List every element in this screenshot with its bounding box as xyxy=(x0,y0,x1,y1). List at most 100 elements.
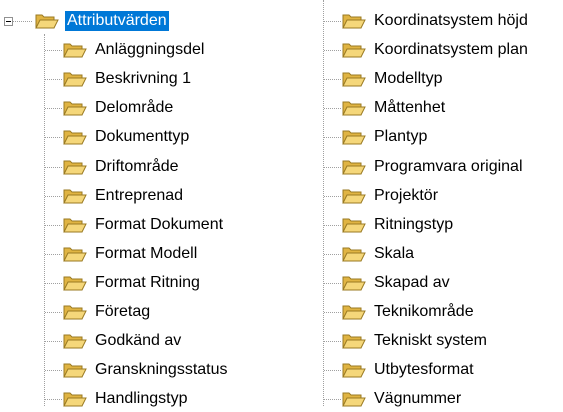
tree-node-label: Utbytesformat xyxy=(374,361,474,378)
collapse-toggle-minus-icon[interactable] xyxy=(4,17,13,26)
tree-node[interactable]: Teknikområde xyxy=(342,299,476,325)
open-folder-icon xyxy=(63,247,87,262)
tree-guide-branch xyxy=(324,225,341,226)
tree-guide-branch xyxy=(45,225,62,226)
tree-node-label: Format Modell xyxy=(95,245,198,262)
tree-guide-branch xyxy=(324,254,341,255)
tree-node[interactable]: Modelltyp xyxy=(342,66,444,92)
tree-guide-branch xyxy=(324,79,341,80)
tree-guide-branch xyxy=(45,341,62,342)
tree-guide-branch xyxy=(324,341,341,342)
tree-guide-left xyxy=(44,34,45,406)
open-folder-icon xyxy=(342,160,366,175)
tree-node[interactable]: Programvara original xyxy=(342,154,525,180)
open-folder-icon xyxy=(63,334,87,349)
tree-node-label: Plantyp xyxy=(374,128,428,145)
tree-node-label: Företag xyxy=(95,303,151,320)
tree-guide-branch xyxy=(324,370,341,371)
tree-guide-branch xyxy=(45,370,62,371)
tree-node-label: Dokumenttyp xyxy=(95,128,190,145)
open-folder-icon xyxy=(342,247,366,262)
open-folder-icon xyxy=(342,72,366,87)
tree-node-label: Delområde xyxy=(95,99,174,116)
tree-node-label: Handlingstyp xyxy=(95,390,188,407)
tree-node-label: Ritningstyp xyxy=(374,216,454,233)
tree-guide-branch xyxy=(324,137,341,138)
tree-node[interactable]: Format Modell xyxy=(63,241,199,267)
tree-node-label: Anläggningsdel xyxy=(95,41,205,58)
open-folder-icon xyxy=(63,160,87,175)
tree-node[interactable]: Dokumenttyp xyxy=(63,124,191,150)
tree-node-root[interactable]: Attributvärden xyxy=(35,8,169,34)
tree-node[interactable]: Ritningstyp xyxy=(342,212,455,238)
tree-node-label: Entreprenad xyxy=(95,187,184,204)
tree-node[interactable]: Företag xyxy=(63,299,152,325)
tree-node-label: Teknikområde xyxy=(374,303,474,320)
tree-node-label: Programvara original xyxy=(374,158,523,175)
open-folder-icon xyxy=(63,276,87,291)
open-folder-icon xyxy=(342,14,366,29)
tree-node[interactable]: Skala xyxy=(342,241,416,267)
open-folder-icon xyxy=(63,305,87,320)
tree-guide-branch xyxy=(45,399,62,400)
tree-guide-branch xyxy=(324,50,341,51)
tree-node[interactable]: Skapad av xyxy=(342,270,452,296)
tree-node-label: Måttenhet xyxy=(374,99,446,116)
open-folder-icon xyxy=(63,218,87,233)
tree-node[interactable]: Delområde xyxy=(63,95,175,121)
tree-guide-branch xyxy=(45,108,62,109)
open-folder-icon xyxy=(342,392,366,407)
open-folder-icon xyxy=(63,43,87,58)
open-folder-icon xyxy=(342,305,366,320)
tree-guide-branch xyxy=(45,137,62,138)
tree-node[interactable]: Måttenhet xyxy=(342,95,447,121)
tree-guide-branch xyxy=(324,283,341,284)
open-folder-icon xyxy=(342,43,366,58)
tree-guide-branch xyxy=(45,79,62,80)
tree-guide-branch xyxy=(45,254,62,255)
tree-guide-branch xyxy=(324,196,341,197)
open-folder-icon xyxy=(63,392,87,407)
open-folder-icon xyxy=(63,72,87,87)
tree-node[interactable]: Projektör xyxy=(342,183,440,209)
tree-guide-branch xyxy=(324,399,341,400)
tree-node-label: Tekniskt system xyxy=(374,332,487,349)
tree-node[interactable]: Granskningsstatus xyxy=(63,357,230,383)
tree-node[interactable]: Driftområde xyxy=(63,154,181,180)
tree-node-label: Godkänd av xyxy=(95,332,182,349)
tree-node[interactable]: Koordinatsystem plan xyxy=(342,37,530,63)
open-folder-icon xyxy=(342,334,366,349)
tree-guide-branch xyxy=(45,50,62,51)
tree-guide-branch xyxy=(324,167,341,168)
tree-node[interactable]: Entreprenad xyxy=(63,183,185,209)
tree-node-label: Projektör xyxy=(374,187,439,204)
open-folder-icon xyxy=(342,218,366,233)
tree-node[interactable]: Tekniskt system xyxy=(342,328,489,354)
tree-node-label: Format Dokument xyxy=(95,216,224,233)
tree-node-label: Beskrivning 1 xyxy=(95,70,192,87)
open-folder-icon xyxy=(342,363,366,378)
tree-node[interactable]: Godkänd av xyxy=(63,328,183,354)
open-folder-icon xyxy=(342,101,366,116)
tree-node-label: Granskningsstatus xyxy=(95,361,228,378)
tree-node[interactable]: Vägnummer xyxy=(342,386,463,412)
tree-node[interactable]: Beskrivning 1 xyxy=(63,66,193,92)
tree-node-label: Format Ritning xyxy=(95,274,200,291)
tree-node[interactable]: Anläggningsdel xyxy=(63,37,206,63)
attribute-tree-view[interactable]: Attributvärden Anläggningsdel Beskrivning… xyxy=(0,0,563,407)
tree-guide-branch xyxy=(45,167,62,168)
tree-node-label: Skala xyxy=(374,245,415,262)
tree-node-root-label: Attributvärden xyxy=(65,11,169,31)
tree-node[interactable]: Utbytesformat xyxy=(342,357,476,383)
tree-guide-branch xyxy=(324,21,341,22)
tree-node[interactable]: Handlingstyp xyxy=(63,386,190,412)
tree-node[interactable]: Format Dokument xyxy=(63,212,225,238)
tree-node[interactable]: Format Ritning xyxy=(63,270,202,296)
tree-guide-right xyxy=(323,0,324,406)
open-folder-icon xyxy=(63,363,87,378)
tree-node-label: Driftområde xyxy=(95,158,179,175)
open-folder-icon xyxy=(63,189,87,204)
tree-node[interactable]: Koordinatsystem höjd xyxy=(342,8,530,34)
tree-node[interactable]: Plantyp xyxy=(342,124,429,150)
tree-guide-branch xyxy=(324,108,341,109)
